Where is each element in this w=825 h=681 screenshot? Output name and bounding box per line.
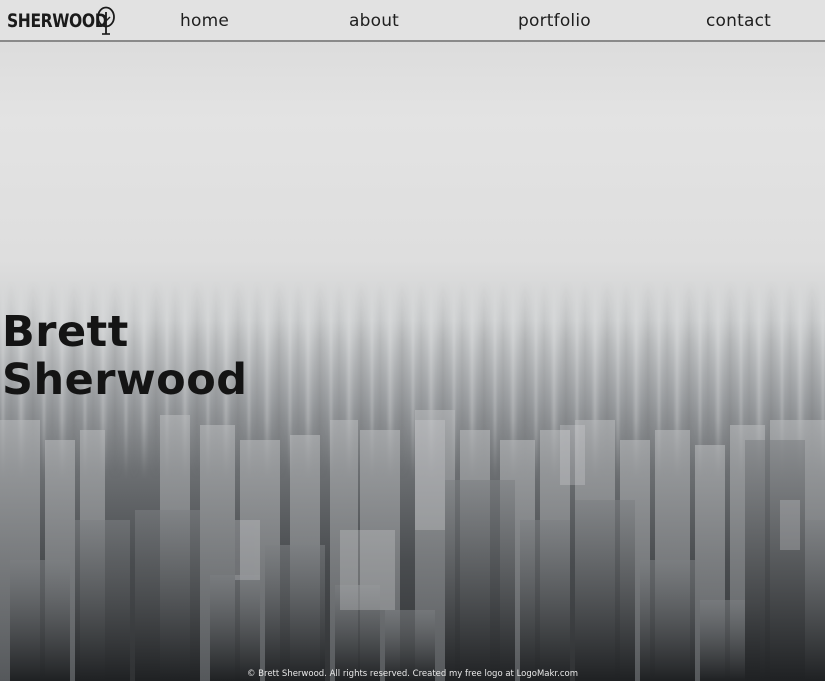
- navbar: SHERWOOD home about portfolio contact: [0, 0, 825, 42]
- hero-name-first: Brett: [2, 307, 129, 357]
- hero-name-last: Sherwood: [2, 355, 248, 405]
- footer-copyright: © Brett Sherwood. All rights reserved. C…: [246, 669, 579, 679]
- logo-link[interactable]: SHERWOOD: [7, 6, 117, 36]
- nav-link-portfolio[interactable]: portfolio: [518, 11, 591, 31]
- page: SHERWOOD home about portfolio contact Br…: [0, 0, 825, 681]
- nav-link-contact[interactable]: contact: [706, 11, 771, 31]
- logo-text: SHERWOOD: [7, 10, 108, 32]
- hero-name-heading: Brett Sherwood: [2, 308, 248, 404]
- nav-link-about[interactable]: about: [349, 11, 399, 31]
- nav-link-home[interactable]: home: [180, 11, 229, 31]
